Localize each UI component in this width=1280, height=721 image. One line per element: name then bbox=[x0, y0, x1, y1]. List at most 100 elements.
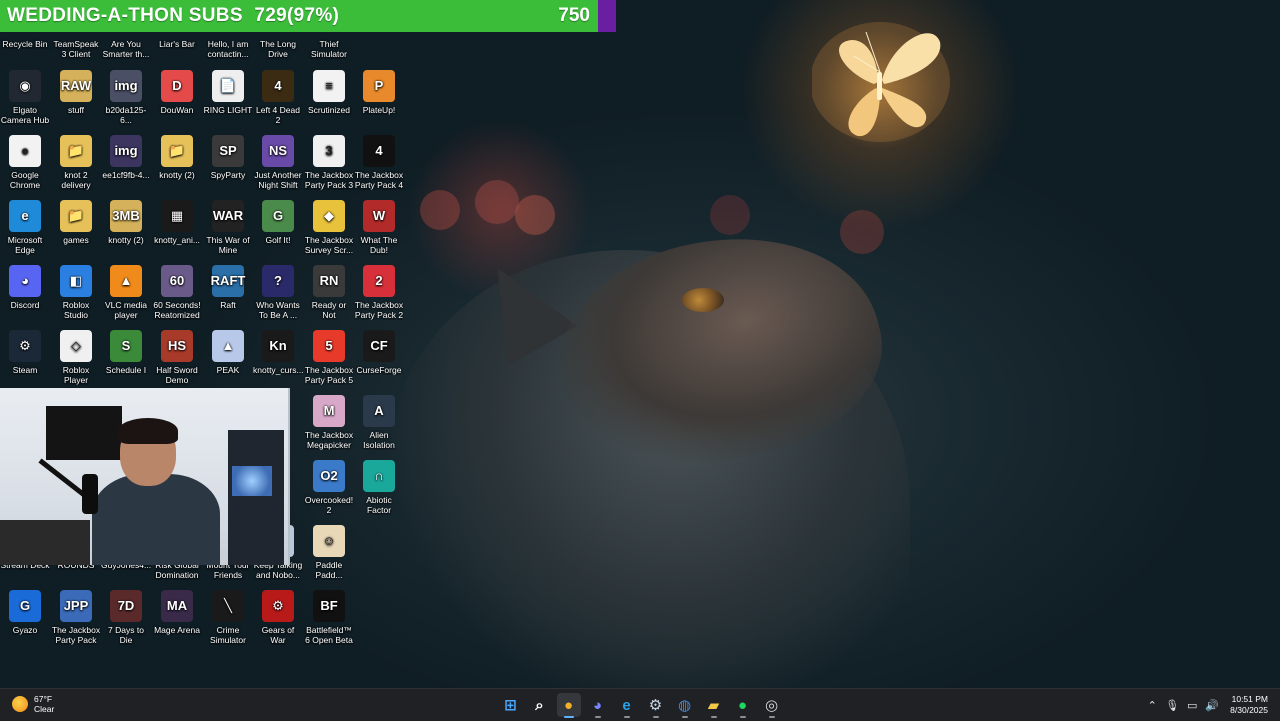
desktop-icon[interactable]: ◆ The Jackbox Survey Scr... bbox=[304, 200, 354, 255]
chrome-icon[interactable]: ● bbox=[556, 693, 581, 718]
desktop-icon-label: Microsoft Edge bbox=[7, 235, 43, 255]
background-monitor bbox=[46, 406, 122, 460]
desktop-icon[interactable]: 4 Left 4 Dead 2 bbox=[253, 70, 303, 125]
desktop-icon-label: The Jackbox Party Pack 3 bbox=[304, 170, 354, 190]
desktop-icon[interactable]: RAW stuff bbox=[51, 70, 101, 115]
desktop-icon[interactable]: ▲ PEAK bbox=[203, 330, 253, 375]
discord-icon[interactable]: ◕ bbox=[586, 693, 610, 718]
desktop-icon[interactable]: W What The Dub! bbox=[354, 200, 404, 255]
display-icon[interactable]: ▭ bbox=[1183, 696, 1201, 714]
desktop-icon[interactable]: img ee1cf9fb-4... bbox=[101, 135, 151, 180]
desktop-icon[interactable]: 4 The Jackbox Party Pack 4 bbox=[354, 135, 404, 190]
desktop-icon[interactable]: 5 The Jackbox Party Pack 5 bbox=[304, 330, 354, 385]
desktop-icon[interactable]: 7D 7 Days to Die bbox=[101, 590, 151, 645]
desktop-icon-label: RING LIGHT bbox=[203, 105, 253, 115]
volume-icon[interactable]: 🔊 bbox=[1203, 696, 1221, 714]
app-icon: ◇ bbox=[60, 330, 92, 362]
desktop-icon[interactable]: RAFT Raft bbox=[203, 265, 253, 310]
desktop-icon[interactable]: ≡ Scrutinized bbox=[304, 70, 354, 115]
steam-icon[interactable]: ⚙ bbox=[644, 693, 668, 718]
obs-icon[interactable]: ◎ bbox=[760, 693, 784, 718]
desktop-icon[interactable]: Kn knotty_curs... bbox=[253, 330, 303, 375]
chevron-up-icon[interactable]: ⌃ bbox=[1143, 696, 1161, 714]
desktop-icon[interactable]: 📁 games bbox=[51, 200, 101, 245]
desktop-icon[interactable]: BF Battlefield™ 6 Open Beta bbox=[304, 590, 354, 645]
app-icon: RAFT bbox=[211, 265, 245, 297]
desktop-icon[interactable]: CF CurseForge bbox=[354, 330, 404, 375]
desktop-icon[interactable]: 📁 knot 2 delivery bbox=[51, 135, 101, 190]
file-explorer-icon[interactable]: ▰ bbox=[702, 693, 726, 718]
app-icon: 📁 bbox=[60, 135, 92, 167]
edge-icon[interactable]: e bbox=[615, 693, 639, 718]
desktop-icon-label: Raft bbox=[220, 300, 236, 310]
desktop-icon[interactable]: e Microsoft Edge bbox=[0, 200, 50, 255]
desktop-icon[interactable]: 60 60 Seconds! Reatomized bbox=[152, 265, 202, 320]
desktop-icon-label: Steam bbox=[12, 365, 38, 375]
desktop-icon[interactable]: 3MB knotty (2) bbox=[101, 200, 151, 245]
running-indicator bbox=[768, 716, 775, 718]
desktop-icon-label: Roblox Player bbox=[62, 365, 90, 385]
windows-start-icon[interactable]: ⊞ bbox=[499, 693, 523, 717]
desktop-icon-label: games bbox=[63, 235, 89, 245]
desktop-icon[interactable]: A Alien Isolation bbox=[354, 395, 404, 450]
running-indicator bbox=[594, 716, 601, 718]
desktop-icon[interactable]: ∩ Abiotic Factor bbox=[354, 460, 404, 515]
search-icon[interactable]: ⌕ bbox=[528, 693, 552, 717]
desktop-icon-label: b20da125-6... bbox=[105, 105, 147, 125]
desktop-icon[interactable]: P PlateUp! bbox=[354, 70, 404, 115]
app-icon: ◉ bbox=[9, 70, 41, 102]
desktop-icon[interactable]: ╲ Crime Simulator bbox=[203, 590, 253, 645]
desktop-icon[interactable]: G Gyazo bbox=[0, 590, 50, 635]
clock[interactable]: 10:51 PM 8/30/2025 bbox=[1230, 694, 1268, 716]
desktop-icon[interactable]: 📄 RING LIGHT bbox=[203, 70, 253, 115]
desktop-icon[interactable]: ☺ Paddle Padd... bbox=[304, 525, 354, 580]
desktop-icon[interactable]: 2 The Jackbox Party Pack 2 bbox=[354, 265, 404, 320]
desktop-icon[interactable]: D DouWan bbox=[152, 70, 202, 115]
desktop-icon[interactable]: WAR This War of Mine bbox=[203, 200, 253, 255]
desktop-icon[interactable]: ? Who Wants To Be A ... bbox=[253, 265, 303, 320]
desktop-icon-label: knot 2 delivery bbox=[61, 170, 91, 190]
desktop-icon[interactable]: G Golf It! bbox=[253, 200, 303, 245]
desktop-icon[interactable]: ▦ knotty_ani... bbox=[152, 200, 202, 245]
desktop-icon[interactable]: ◇ Roblox Player bbox=[51, 330, 101, 385]
steam-alt-icon[interactable]: ◍ bbox=[673, 693, 697, 718]
desktop-icon[interactable]: O2 Overcooked! 2 bbox=[304, 460, 354, 515]
desktop-icon-label: TeamSpeak 3 Client bbox=[53, 39, 99, 59]
desktop-icon[interactable]: ◧ Roblox Studio bbox=[51, 265, 101, 320]
arcade-cabinet bbox=[228, 430, 284, 565]
desktop-icon-label: 7 Days to Die bbox=[108, 625, 144, 645]
app-icon: CF bbox=[363, 330, 395, 362]
desktop-icon[interactable]: 3 The Jackbox Party Pack 3 bbox=[304, 135, 354, 190]
streamer-body bbox=[92, 474, 220, 565]
desktop-icon[interactable]: ⚙ Gears of War Reloaded bbox=[253, 590, 303, 645]
spotify-icon[interactable]: ● bbox=[731, 693, 755, 718]
desktop-icon[interactable]: M The Jackbox Megapicker bbox=[304, 395, 354, 450]
desktop-icon[interactable]: S Schedule I bbox=[101, 330, 151, 375]
app-icon: ∩ bbox=[363, 460, 395, 492]
running-indicator bbox=[710, 716, 717, 718]
desktop-icon[interactable]: RN Ready or Not bbox=[304, 265, 354, 320]
desktop-icon-label: Just Another Night Shift bbox=[254, 170, 302, 190]
weather-widget[interactable]: 67°F Clear bbox=[12, 694, 54, 714]
desktop-icon[interactable]: 📁 knotty (2) bbox=[152, 135, 202, 180]
desktop-icon[interactable]: img b20da125-6... bbox=[101, 70, 151, 125]
app-icon: img bbox=[110, 135, 142, 167]
app-icon: ▲ bbox=[110, 265, 142, 297]
microphone-icon[interactable]: 🎙 bbox=[1163, 696, 1181, 714]
desktop-icon[interactable]: ◉ Elgato Camera Hub bbox=[0, 70, 50, 125]
desktop-icon[interactable]: HS Half Sword Demo bbox=[152, 330, 202, 385]
app-icon: e bbox=[9, 200, 41, 232]
app-icon: 📄 bbox=[212, 70, 244, 102]
desktop-icon[interactable]: NS Just Another Night Shift bbox=[253, 135, 303, 190]
app-icon: RN bbox=[313, 265, 345, 297]
desktop-icon[interactable]: ◕ Discord bbox=[0, 265, 50, 310]
desktop-icon-label: Elgato Camera Hub bbox=[0, 105, 50, 125]
desktop-icon[interactable]: SP SpyParty bbox=[203, 135, 253, 180]
desktop-icon[interactable]: ▲ VLC media player bbox=[101, 265, 151, 320]
desktop-icon[interactable]: JPP The Jackbox Party Pack bbox=[51, 590, 101, 645]
desktop-icon[interactable]: ⚙ Steam bbox=[0, 330, 50, 375]
desktop-icon[interactable]: MA Mage Arena bbox=[152, 590, 202, 635]
app-icon: HS bbox=[161, 330, 193, 362]
desktop-icon[interactable]: ● Google Chrome bbox=[0, 135, 50, 190]
app-icon: ● bbox=[9, 135, 41, 167]
